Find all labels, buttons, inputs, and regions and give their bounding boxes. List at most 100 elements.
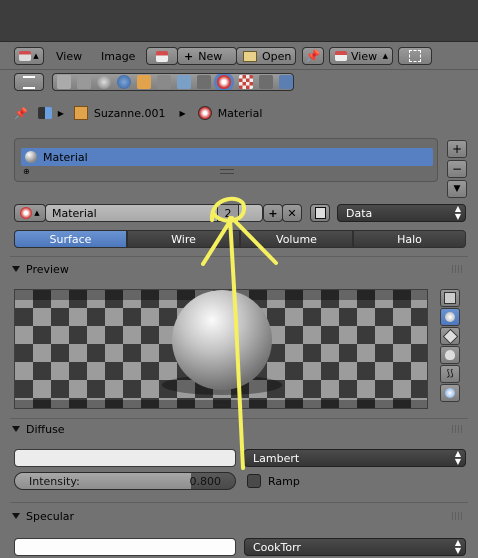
modifiers-icon[interactable] (177, 75, 191, 89)
tab-volume[interactable]: Volume (240, 230, 353, 248)
properties-panel: 📌 ▶ Suzanne.001 ▶ Material Material ⊕ + … (0, 96, 478, 558)
close-icon: ✕ (287, 206, 297, 220)
material-icon[interactable] (217, 75, 231, 89)
updown-arrows-icon: ▲ ▼ (454, 538, 461, 555)
editor-type-button[interactable]: ▲ (14, 47, 44, 65)
view-mode-label: View (351, 49, 378, 63)
intensity-slider[interactable]: Intensity: 0.800 (14, 472, 236, 490)
constraints-icon[interactable] (157, 75, 171, 89)
tab-surface[interactable]: Surface (14, 230, 127, 248)
properties-icon (23, 75, 35, 89)
intensity-label: Intensity: (29, 475, 80, 488)
preview-type-sky-button[interactable] (440, 384, 460, 402)
collapse-triangle-icon (12, 513, 20, 519)
collapse-triangle-icon (12, 426, 20, 432)
slot-name: Material (43, 150, 88, 164)
new-label: New (198, 49, 223, 63)
preview-panel-header[interactable]: Preview (10, 259, 468, 279)
object-icon[interactable] (137, 75, 151, 89)
browse-link-button[interactable] (310, 204, 330, 222)
preview-type-hair-button[interactable]: ⟆⟆ (440, 365, 460, 383)
divider (10, 502, 468, 503)
physics-icon[interactable] (279, 75, 293, 89)
plus-icon: + (184, 49, 194, 63)
image-icon (335, 51, 347, 61)
specular-panel-header[interactable]: Specular (10, 506, 468, 526)
diffuse-shader-select[interactable]: Lambert ▲ ▼ (244, 449, 466, 467)
data-icon[interactable] (197, 75, 211, 89)
pivot-button[interactable] (398, 47, 432, 65)
ramp-checkbox[interactable] (247, 474, 261, 488)
material-icon (20, 207, 33, 219)
resize-grip[interactable] (214, 402, 230, 408)
updown-arrows-icon: ▲ ▼ (454, 204, 461, 221)
drag-grip-icon[interactable] (452, 512, 464, 520)
material-name: Material (52, 206, 97, 220)
menu-image[interactable]: Image (101, 50, 135, 63)
collapse-triangle-icon (12, 266, 20, 272)
list-item[interactable]: Material (21, 148, 433, 166)
add-material-button[interactable]: + (263, 204, 283, 222)
specular-color-swatch[interactable] (14, 538, 236, 556)
users-count-button[interactable]: 2 (217, 204, 239, 222)
tab-surface-label: Surface (49, 232, 92, 246)
pin-button[interactable]: 📌 (302, 47, 324, 65)
slot-specials-button[interactable]: ▼ (447, 180, 467, 198)
add-filter-icon[interactable]: ⊕ (23, 167, 30, 176)
tab-volume-label: Volume (276, 232, 317, 246)
view-mode-select[interactable]: View ▲ (329, 47, 393, 65)
divider (10, 256, 468, 257)
sky-icon (445, 388, 455, 398)
remove-slot-button[interactable]: − (447, 160, 467, 178)
new-image-button[interactable]: + New (177, 47, 237, 65)
properties-editor-type-button[interactable] (14, 73, 44, 91)
menu-view[interactable]: View (56, 50, 82, 63)
object-icon (73, 106, 88, 120)
tab-wire[interactable]: Wire (127, 230, 240, 248)
material-ball-icon (25, 151, 37, 163)
specular-title: Specular (26, 509, 75, 523)
preview-type-sphere-button[interactable] (440, 308, 460, 326)
drag-grip-icon[interactable] (452, 265, 464, 273)
resize-grip[interactable] (220, 169, 234, 174)
folder-icon (243, 50, 257, 62)
specular-shader-select[interactable]: CookTorr ▲ ▼ (244, 538, 466, 556)
preview-type-cube-button[interactable] (440, 327, 460, 345)
hair-icon: ⟆⟆ (446, 369, 454, 379)
scene-icon[interactable] (97, 75, 111, 89)
preview-type-monkey-button[interactable] (440, 346, 460, 364)
render-icon[interactable] (57, 75, 71, 89)
diffuse-color-swatch[interactable] (14, 449, 236, 467)
texture-icon[interactable] (239, 75, 253, 89)
browse-material-button[interactable]: ▲ (14, 204, 46, 222)
open-label: Open (262, 49, 292, 63)
diffuse-title: Diffuse (26, 422, 65, 436)
drag-grip-icon[interactable] (452, 425, 464, 433)
tab-wire-label: Wire (171, 232, 196, 246)
pin-icon[interactable]: 📌 (14, 107, 28, 120)
breadcrumb-object: Suzanne.001 (93, 106, 166, 120)
diffuse-panel-header[interactable]: Diffuse (10, 419, 468, 439)
pin-icon: 📌 (305, 49, 321, 63)
material-type-tabs: Surface Wire Volume Halo (14, 230, 466, 248)
breadcrumb-arrow-icon: ▶ (57, 108, 64, 118)
chevron-updown-icon: ▲ (382, 52, 388, 60)
tab-halo[interactable]: Halo (353, 230, 466, 248)
browse-image-button[interactable] (146, 47, 178, 65)
particles-icon[interactable] (259, 75, 273, 89)
plus-icon: + (268, 206, 278, 220)
link-select[interactable]: Data ▲ ▼ (337, 204, 466, 222)
open-image-button[interactable]: Open (236, 47, 296, 65)
material-slots-list: Material ⊕ (14, 138, 438, 182)
world-icon[interactable] (117, 75, 131, 89)
add-slot-button[interactable]: + (447, 140, 467, 158)
preview-type-flat-button[interactable] (440, 289, 460, 307)
breadcrumb-arrow-icon: ▶ (179, 108, 186, 118)
unlink-material-button[interactable]: ✕ (282, 204, 302, 222)
cube-icon (442, 328, 458, 344)
preview-title: Preview (26, 262, 69, 276)
ramp-label: Ramp (268, 475, 300, 488)
properties-tabs-row (0, 70, 478, 96)
breadcrumb: 📌 ▶ Suzanne.001 ▶ Material (14, 104, 464, 122)
render-layers-icon[interactable] (77, 75, 91, 89)
